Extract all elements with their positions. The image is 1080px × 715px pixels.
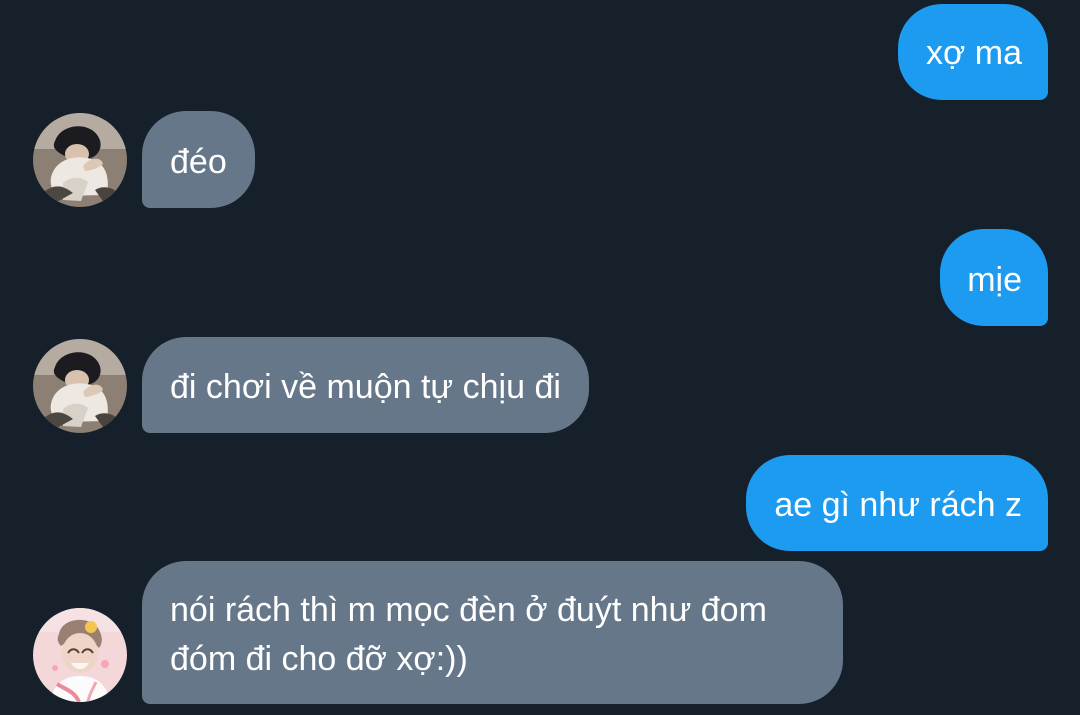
received-message-bubble[interactable]: đi chơi về muộn tự chịu đi xyxy=(142,337,589,433)
conversation-thread: xợ ma đéo mịe đi chơi về muộn tự chịu đi… xyxy=(0,0,1080,715)
message-text: nói rách thì m mọc đèn ở đuýt như đom đó… xyxy=(170,591,767,678)
sent-message-bubble[interactable]: mịe xyxy=(940,229,1048,326)
sent-message-bubble[interactable]: xợ ma xyxy=(898,4,1048,100)
message-text: mịe xyxy=(967,261,1022,299)
message-text: xợ ma xyxy=(926,34,1022,72)
message-text: đi chơi về muộn tự chịu đi xyxy=(170,368,561,406)
user-avatar-icon[interactable] xyxy=(33,608,127,702)
message-text: đéo xyxy=(170,143,227,181)
sent-message-bubble[interactable]: ae gì như rách z xyxy=(746,455,1048,551)
user-avatar-icon[interactable] xyxy=(33,339,127,433)
message-text: ae gì như rách z xyxy=(774,486,1022,524)
user-avatar-icon[interactable] xyxy=(33,113,127,207)
received-message-bubble[interactable]: nói rách thì m mọc đèn ở đuýt như đom đó… xyxy=(142,561,843,704)
received-message-bubble[interactable]: đéo xyxy=(142,111,255,208)
